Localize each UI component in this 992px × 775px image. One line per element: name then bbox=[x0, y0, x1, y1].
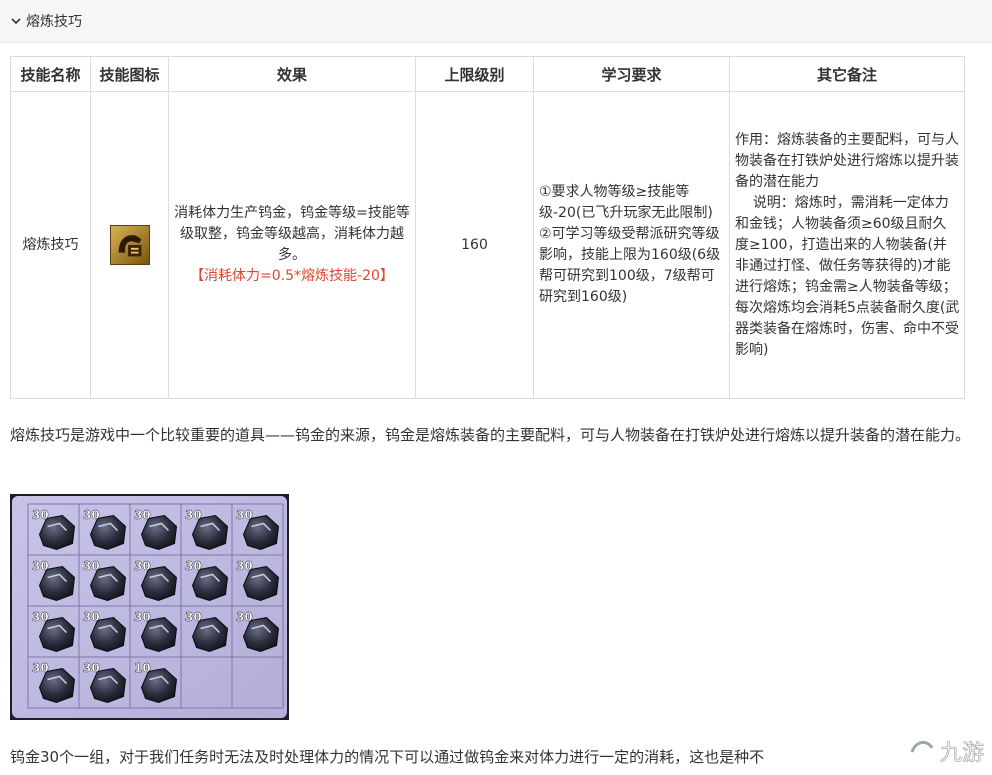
effect-formula: 【消耗体力=0.5*熔炼技能-20】 bbox=[190, 268, 394, 284]
watermark-text: 九游 bbox=[940, 741, 984, 766]
item-count: 30 bbox=[83, 610, 100, 624]
chevron-down-icon bbox=[11, 18, 21, 25]
item-count: 30 bbox=[134, 610, 151, 624]
item-count: 30 bbox=[185, 508, 202, 522]
skill-max-level: 160 bbox=[415, 91, 534, 399]
table-row: 熔炼技巧 消耗体力生产钨金，钨金等级=技能等级取整，钨金等级越高，消耗体力越多。… bbox=[10, 91, 965, 399]
intro-paragraph: 熔炼技巧是游戏中一个比较重要的道具——钨金的来源，钨金是熔炼装备的主要配料，可与… bbox=[10, 426, 971, 444]
skill-icon-cell bbox=[90, 91, 169, 399]
item-count: 30 bbox=[236, 559, 253, 573]
item-count: 30 bbox=[83, 661, 100, 675]
item-count: 30 bbox=[185, 610, 202, 624]
table-header-row: 技能名称 技能图标 效果 上限级别 学习要求 其它备注 bbox=[10, 56, 965, 92]
item-count: 30 bbox=[83, 508, 100, 522]
item-count: 30 bbox=[236, 610, 253, 624]
item-count: 30 bbox=[32, 559, 49, 573]
col-header-notes: 其它备注 bbox=[729, 56, 965, 92]
col-header-requirement: 学习要求 bbox=[533, 56, 730, 92]
item-count: 30 bbox=[83, 559, 100, 573]
smelting-skill-icon bbox=[109, 225, 150, 265]
skill-notes: 作用：熔炼装备的主要配料，可与人物装备在打铁炉处进行熔炼以提升装备的潜在能力 说… bbox=[729, 91, 965, 399]
skill-effect: 消耗体力生产钨金，钨金等级=技能等级取整，钨金等级越高，消耗体力越多。 【消耗体… bbox=[168, 91, 416, 399]
item-count: 30 bbox=[134, 559, 151, 573]
section-title: 熔炼技巧 bbox=[26, 14, 82, 30]
skill-name: 熔炼技巧 bbox=[10, 91, 91, 399]
col-header-effect: 效果 bbox=[168, 56, 416, 92]
item-count: 30 bbox=[32, 508, 49, 522]
skill-table: 技能名称 技能图标 效果 上限级别 学习要求 其它备注 熔炼技巧 消耗体力生产钨… bbox=[10, 56, 965, 399]
effect-text: 消耗体力生产钨金，钨金等级=技能等级取整，钨金等级越高，消耗体力越多。 bbox=[174, 205, 410, 263]
item-count: 30 bbox=[134, 508, 151, 522]
item-count: 10 bbox=[134, 661, 151, 675]
col-header-icon: 技能图标 bbox=[90, 56, 169, 92]
second-paragraph: 钨金30个一组，对于我们任务时无法及时处理体力的情况下可以通过做钨金来对体力进行… bbox=[10, 748, 765, 766]
watermark-logo: 九游 bbox=[904, 732, 984, 768]
col-header-name: 技能名称 bbox=[10, 56, 91, 92]
item-count: 30 bbox=[185, 559, 202, 573]
item-count: 30 bbox=[236, 508, 253, 522]
section-header-toggle[interactable]: 熔炼技巧 bbox=[0, 0, 992, 43]
inventory-grid: 30 30 30 30 30 30 30 30 30 30 30 30 30 30 30 30 30 10 bbox=[10, 494, 289, 720]
item-count: 30 bbox=[32, 661, 49, 675]
skill-requirement: ①要求人物等级≥技能等级-20(已飞升玩家无此限制) ②可学习等级受帮派研究等级… bbox=[533, 91, 730, 399]
col-header-max-level: 上限级别 bbox=[415, 56, 534, 92]
inventory-screenshot: 30 30 30 30 30 30 30 30 30 30 30 30 30 30 30 30 30 10 bbox=[10, 494, 289, 720]
item-count: 30 bbox=[32, 610, 49, 624]
